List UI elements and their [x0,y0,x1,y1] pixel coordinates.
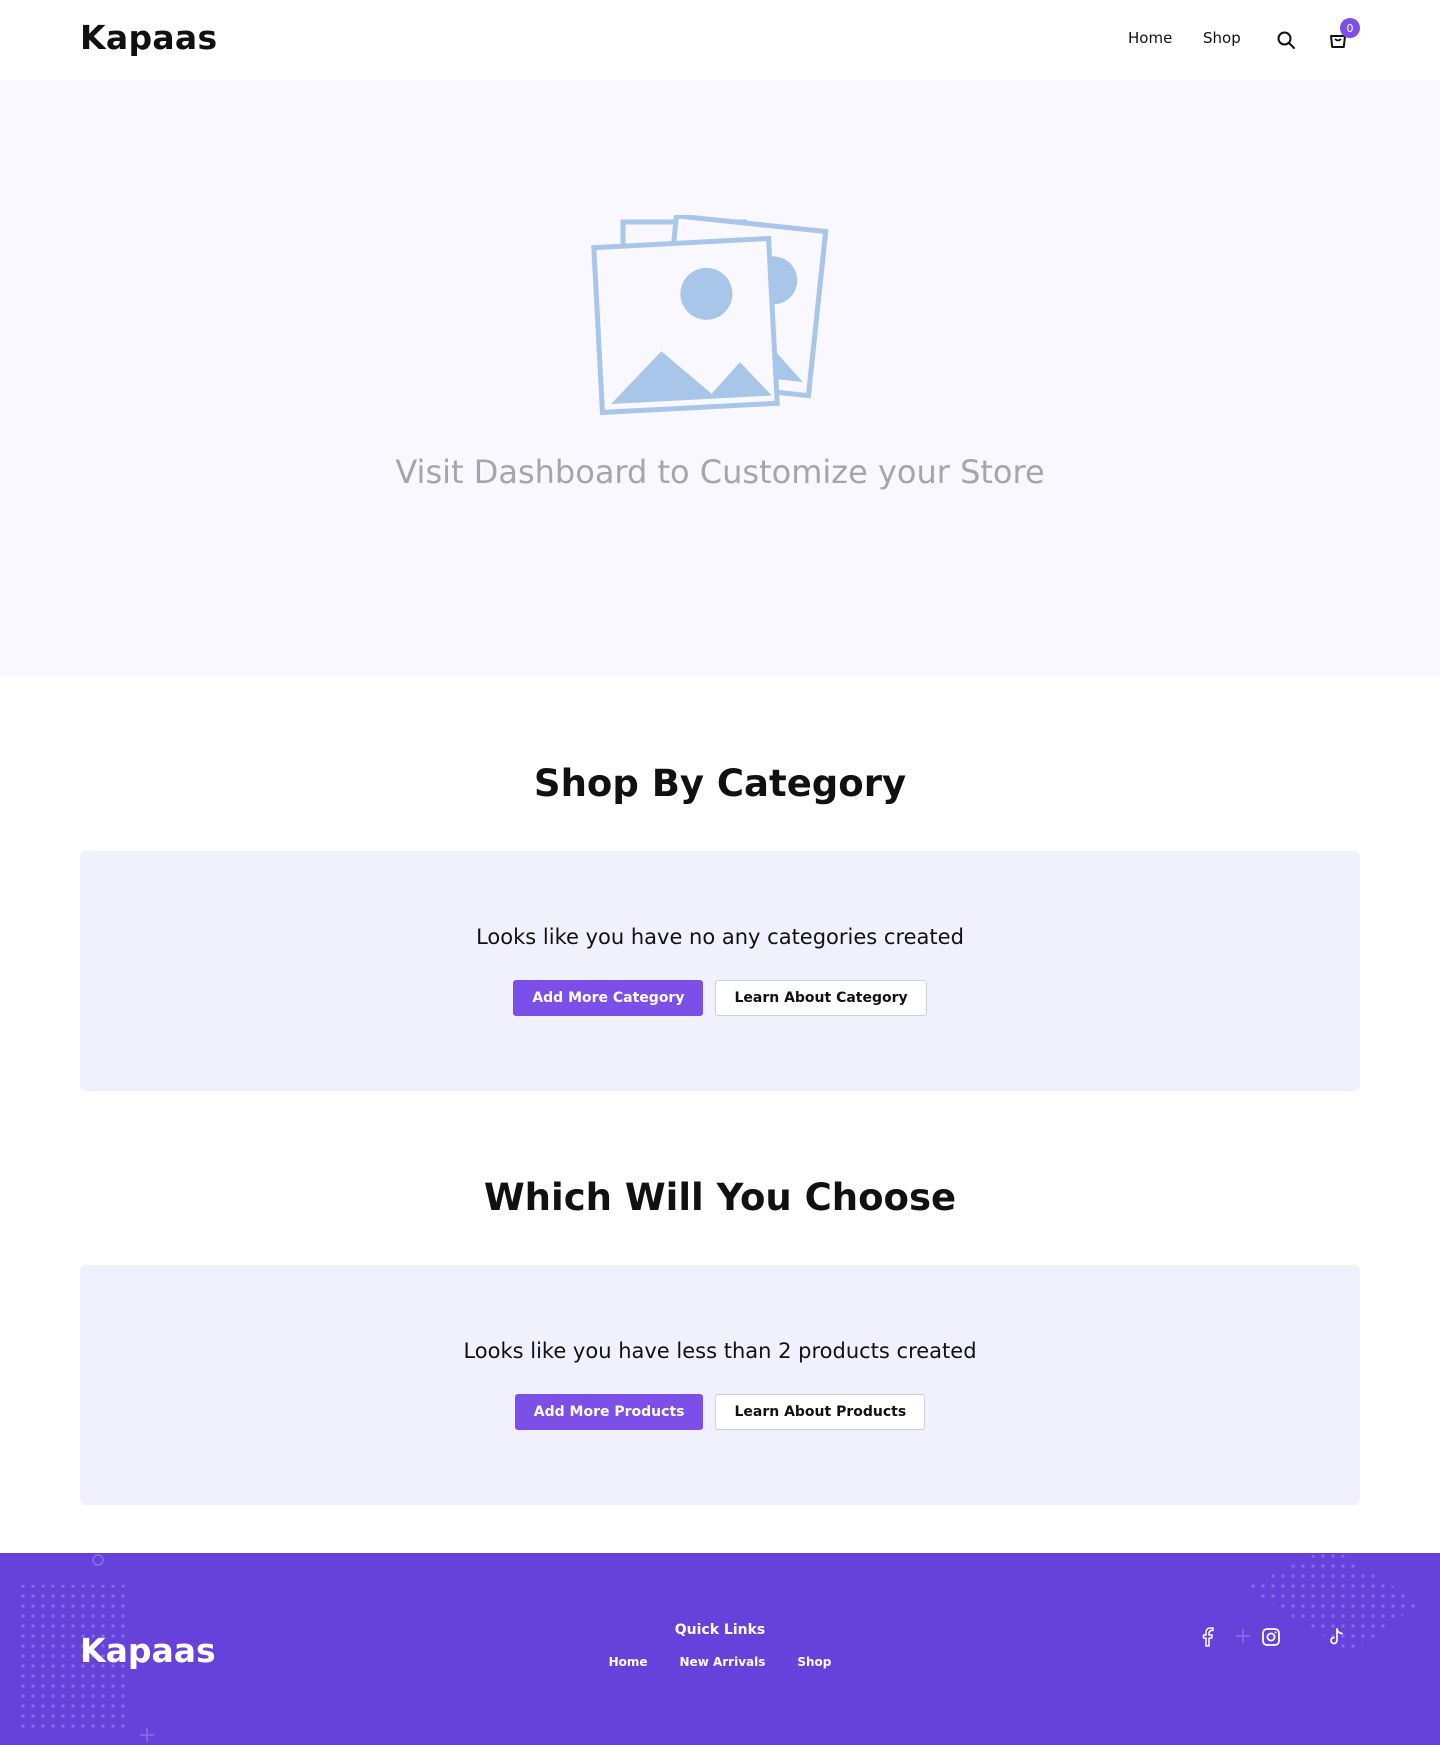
learn-about-products-button[interactable]: Learn About Products [715,1394,926,1430]
products-empty-message: Looks like you have less than 2 products… [463,1339,977,1363]
add-more-products-button[interactable]: Add More Products [514,1394,704,1430]
categories-empty-panel: Looks like you have no any categories cr… [80,851,1360,1091]
footer-link-shop[interactable]: Shop [797,1655,831,1669]
brand-logo[interactable]: Kapaas [80,18,217,57]
hero-customize-text: Visit Dashboard to Customize your Store [395,453,1045,491]
learn-about-category-button[interactable]: Learn About Category [715,980,927,1016]
products-empty-panel: Looks like you have less than 2 products… [80,1265,1360,1505]
quick-links: Home New Arrivals Shop [0,1655,1440,1669]
categories-empty-message: Looks like you have no any categories cr… [476,925,964,949]
nav-shop[interactable]: Shop [1203,29,1241,47]
which-will-you-choose-title: Which Will You Choose [483,1176,957,1219]
products-actions: Add More Products Learn About Products [80,1394,1360,1430]
image-placeholder-icon [591,215,829,416]
add-more-category-button[interactable]: Add More Category [513,980,704,1016]
tiktok-icon[interactable] [1324,1625,1348,1649]
footer-decoration [18,1553,1420,1742]
quick-links-title: Quick Links [674,1622,766,1638]
search-icon[interactable] [1272,26,1300,54]
site-header: Kapaas Home Shop 0 [0,0,1440,80]
cart-count-badge: 0 [1340,18,1360,38]
instagram-icon[interactable] [1259,1625,1283,1649]
hero-banner[interactable]: Visit Dashboard to Customize your Store [0,80,1440,676]
nav-home[interactable]: Home [1128,29,1172,47]
site-footer: Kapaas Quick Links Home New Arrivals Sho… [0,1553,1440,1745]
footer-link-home[interactable]: Home [609,1655,648,1669]
categories-actions: Add More Category Learn About Category [80,980,1360,1016]
facebook-icon[interactable] [1196,1625,1220,1649]
shop-by-category-title: Shop By Category [533,762,907,805]
footer-link-new-arrivals[interactable]: New Arrivals [680,1655,766,1669]
